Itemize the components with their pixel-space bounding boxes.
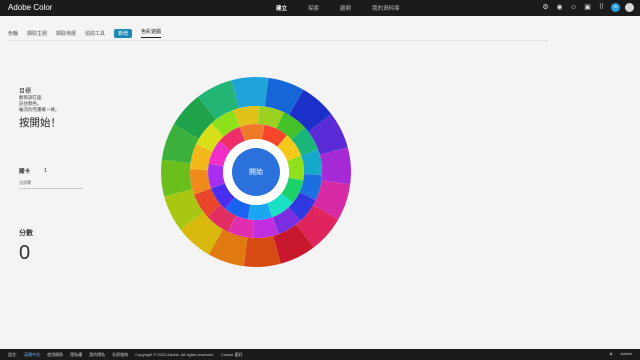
footer-brand: A Adobe: [610, 351, 632, 356]
new-badge: 新增: [114, 28, 133, 38]
tab-color-wheel[interactable]: 色輪: [8, 30, 18, 37]
profile-icon[interactable]: ☺: [569, 3, 578, 12]
creative-cloud-icon[interactable]: ∞: [611, 3, 620, 12]
copyright-text: Copyright © 2023 Adobe. All rights reser…: [135, 352, 214, 357]
language-label: 語言:: [8, 351, 18, 357]
language-selector[interactable]: 英國中文: [24, 352, 40, 358]
chat-icon[interactable]: ▣: [583, 3, 592, 12]
footer-link[interactable]: 社群指南: [112, 352, 128, 358]
tab-extract-gradient[interactable]: 擷取漸層: [56, 30, 76, 37]
level-progress-bar: [19, 188, 83, 189]
level-value: 1: [44, 168, 48, 174]
footer-brand-label: Adobe: [620, 351, 632, 356]
tabs-divider: [8, 40, 548, 41]
level-panel: 關卡 1 全部關: [19, 167, 83, 189]
notifications-icon[interactable]: ◉: [555, 3, 564, 12]
mode-tabs: 色輪 擷取主題 擷取漸層 協助工具 新增 色彩遊戲: [8, 28, 170, 38]
app-title[interactable]: Adobe Color: [8, 3, 52, 12]
level-label: 關卡: [19, 169, 31, 175]
top-icons: ⚙ ◉ ☺ ▣ ⠿ ∞: [541, 3, 634, 12]
goal-line: 輪流的完畫確一條。: [19, 107, 60, 112]
top-nav: 建立 探索 趨勢 我的資料庫: [276, 4, 421, 12]
footer: 語言: 英國中文 使用條款 隱私權 我的隱私 社群指南 Copyright © …: [0, 349, 640, 360]
score-label: 分數: [19, 230, 33, 237]
nav-explore[interactable]: 探索: [308, 4, 319, 12]
color-game-wheel[interactable]: 開始: [161, 77, 351, 267]
top-navigation-bar: Adobe Color 建立 探索 趨勢 我的資料庫 ⚙ ◉ ☺ ▣ ⠿ ∞: [0, 0, 640, 16]
avatar-icon[interactable]: [625, 3, 634, 12]
start-button-label[interactable]: 開始: [249, 167, 263, 176]
level-sublabel: 全部關: [19, 180, 31, 185]
goal-title: 目標: [19, 89, 32, 95]
nav-library[interactable]: 我的資料庫: [372, 4, 400, 12]
footer-link[interactable]: 隱私權: [70, 352, 82, 358]
start-prompt: 按開始！: [19, 117, 61, 129]
footer-links: 語言: 英國中文 使用條款 隱私權 我的隱私 社群指南 Copyright © …: [8, 352, 249, 358]
cookie-preferences-link[interactable]: Cookie 喜好: [221, 352, 243, 358]
score-value: 0: [19, 242, 31, 264]
goal-panel: 目標 觀看調在面, 記住顏色。 輪流的完畫確一條。 按開始！: [19, 86, 61, 130]
tab-accessibility-tools[interactable]: 協助工具: [85, 30, 105, 37]
nav-trends[interactable]: 趨勢: [340, 4, 351, 12]
footer-link[interactable]: 我的隱私: [89, 352, 105, 358]
tab-extract-theme[interactable]: 擷取主題: [27, 30, 47, 37]
apps-icon[interactable]: ⠿: [597, 3, 606, 12]
tab-color-game[interactable]: 色彩遊戲: [141, 28, 162, 38]
nav-create[interactable]: 建立: [276, 4, 287, 12]
settings-icon[interactable]: ⚙: [541, 3, 550, 12]
score-panel: 分數 0: [19, 228, 33, 265]
footer-link[interactable]: 使用條款: [47, 352, 63, 358]
adobe-logo-icon: A: [609, 351, 613, 356]
